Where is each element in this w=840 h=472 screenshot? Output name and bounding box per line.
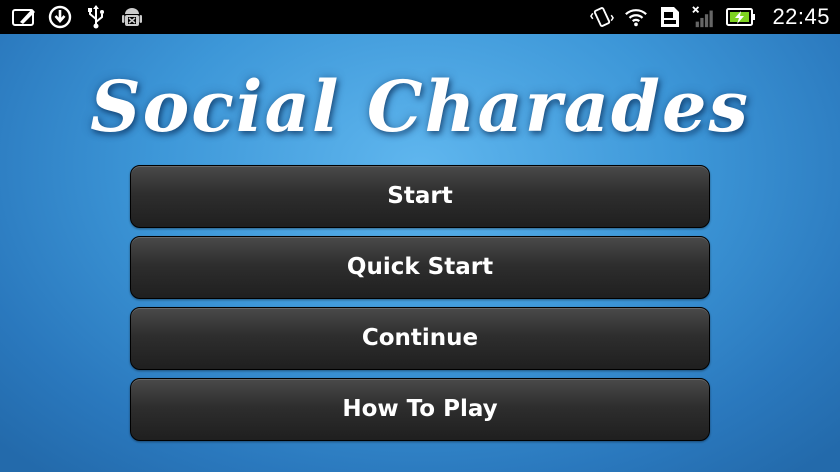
how-to-play-button[interactable]: How To Play bbox=[130, 378, 710, 441]
app-title: Social Charades bbox=[90, 65, 750, 148]
system-icons: 22:45 bbox=[590, 4, 830, 30]
signal-icon bbox=[692, 5, 716, 29]
android-debug-icon bbox=[120, 5, 144, 29]
start-button[interactable]: Start bbox=[130, 165, 710, 228]
wifi-icon bbox=[624, 5, 648, 29]
status-bar: 22:45 bbox=[0, 0, 840, 34]
quick-start-button[interactable]: Quick Start bbox=[130, 236, 710, 299]
notification-icons bbox=[12, 5, 144, 29]
battery-charging-icon bbox=[726, 5, 756, 29]
main-menu: Start Quick Start Continue How To Play bbox=[130, 165, 710, 449]
download-icon bbox=[48, 5, 72, 29]
edit-icon bbox=[12, 5, 36, 29]
vibrate-icon bbox=[590, 5, 615, 29]
app-screen: 22:45 Social Charades Start Quick Start … bbox=[0, 0, 840, 472]
continue-button[interactable]: Continue bbox=[130, 307, 710, 370]
usb-icon bbox=[84, 5, 108, 29]
sim-card-icon bbox=[658, 5, 682, 29]
status-clock: 22:45 bbox=[772, 4, 830, 29]
